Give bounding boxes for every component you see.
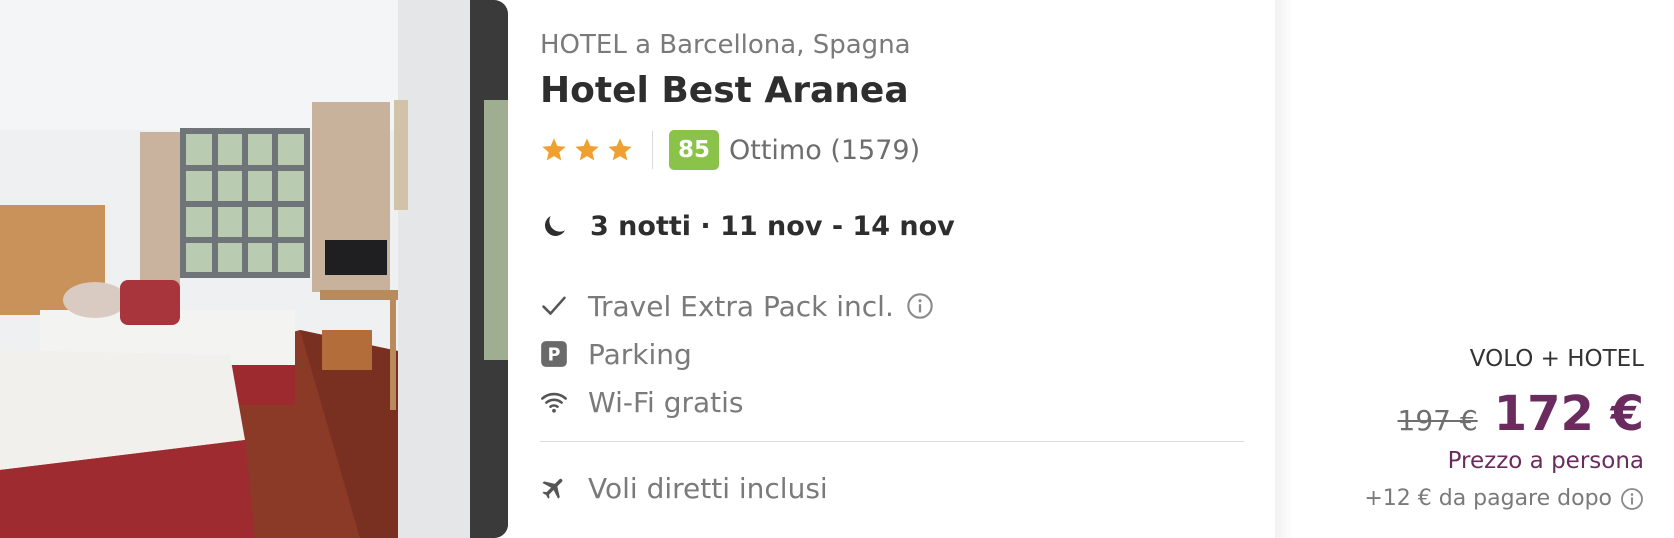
review-score-badge: 85 — [669, 130, 719, 170]
hotel-info: HOTEL a Barcellona, Spagna Hotel Best Ar… — [540, 0, 1245, 538]
package-type: VOLO + HOTEL — [1469, 346, 1644, 372]
price-block: VOLO + HOTEL 197 € 172 € Prezzo a person… — [1264, 346, 1644, 511]
feature-label: Wi-Fi gratis — [588, 385, 744, 419]
extra-fee: +12 € da pagare dopo — [1264, 486, 1644, 511]
wifi-icon — [540, 388, 568, 416]
plane-icon — [540, 474, 568, 502]
section-divider — [540, 441, 1244, 442]
old-price: 197 € — [1397, 404, 1478, 437]
star-icon — [575, 138, 599, 161]
extra-fee-text: +12 € da pagare dopo — [1364, 486, 1612, 511]
rating-row: 85 Ottimo (1579) — [540, 128, 920, 172]
feature-wifi: Wi-Fi gratis — [540, 384, 744, 420]
check-icon — [540, 292, 568, 320]
star-icon — [608, 138, 632, 161]
feature-travel-extra-pack: Travel Extra Pack incl. — [540, 288, 934, 324]
current-price: 172 € — [1493, 386, 1644, 442]
feature-label: Parking — [588, 337, 692, 371]
price-per-person-label: Prezzo a persona — [1447, 448, 1644, 474]
price-panel[interactable]: VOLO + HOTEL 197 € 172 € Prezzo a person… — [1275, 0, 1674, 538]
hotel-photo[interactable] — [0, 0, 508, 538]
feature-parking: P Parking — [540, 336, 692, 372]
hotel-name[interactable]: Hotel Best Aranea — [540, 70, 909, 111]
hotel-location: HOTEL a Barcellona, Spagna — [540, 30, 911, 60]
stay-details: 3 notti · 11 nov - 14 nov — [540, 208, 955, 244]
stay-summary: 3 notti · 11 nov - 14 nov — [590, 210, 955, 242]
price-line: 197 € 172 € — [1264, 386, 1644, 442]
feature-direct-flights: Voli diretti inclusi — [540, 470, 828, 506]
feature-label: Voli diretti inclusi — [588, 471, 828, 505]
star-rating — [540, 136, 634, 164]
info-icon[interactable] — [906, 292, 934, 320]
moon-icon — [545, 216, 565, 236]
feature-label: Travel Extra Pack incl. — [588, 289, 894, 323]
hotel-room-image — [0, 0, 508, 538]
hotel-result-card[interactable]: HOTEL a Barcellona, Spagna Hotel Best Ar… — [0, 0, 1674, 538]
star-icon — [542, 138, 566, 161]
parking-icon: P — [540, 340, 568, 368]
rating-divider — [652, 131, 653, 169]
info-icon[interactable] — [1620, 487, 1644, 511]
svg-text:P: P — [548, 345, 561, 365]
review-rating-text[interactable]: Ottimo (1579) — [729, 135, 920, 166]
